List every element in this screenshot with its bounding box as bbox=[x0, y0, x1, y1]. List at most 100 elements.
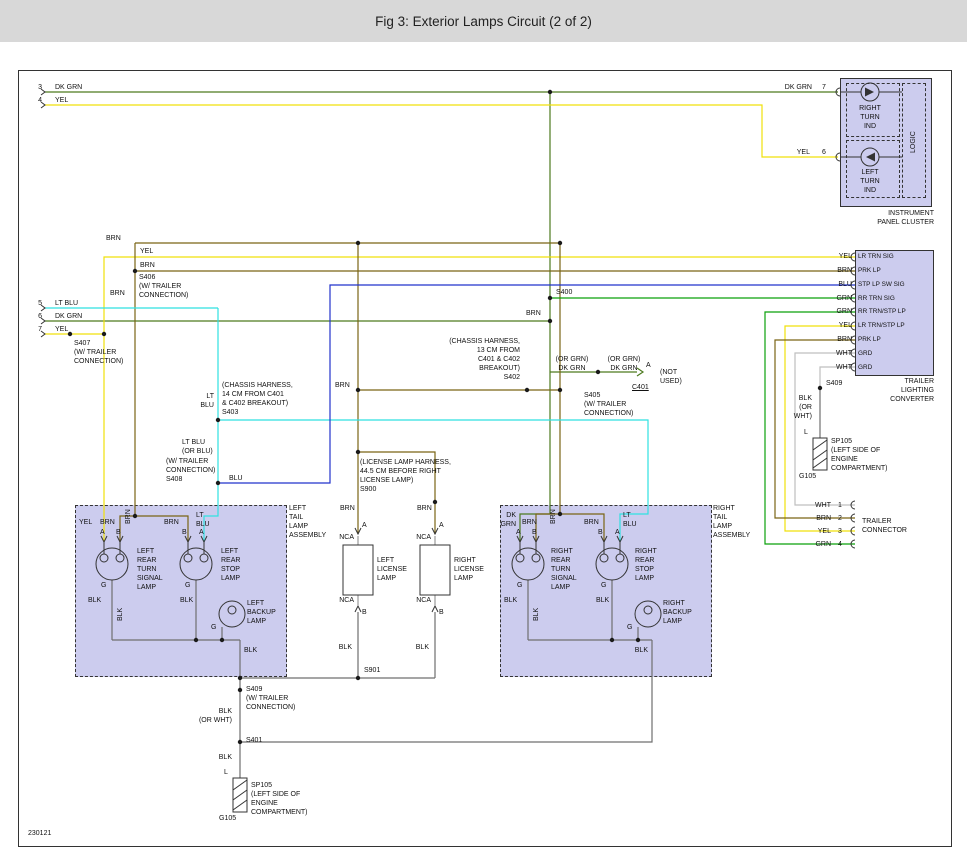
wire-label-blk: BLK bbox=[532, 608, 541, 621]
terminal-g: G bbox=[185, 581, 190, 590]
left-rear-turn-lamp-label: LEFT REAR TURN SIGNAL LAMP bbox=[137, 547, 163, 592]
terminal-g: G bbox=[101, 581, 106, 590]
wire-label-brn: BRN bbox=[124, 509, 133, 524]
ground-g105-label: G105 bbox=[219, 814, 236, 823]
wire-label-blk: BLK bbox=[411, 643, 429, 652]
terminal-g: G bbox=[601, 581, 606, 590]
wire-label-nca: NCA bbox=[413, 596, 431, 605]
cluster-pin-6: 6 bbox=[822, 148, 826, 157]
wire-label: YEL bbox=[800, 319, 852, 333]
pin-number: 4 bbox=[838, 541, 848, 548]
terminal-g: G bbox=[517, 581, 522, 590]
wire-label-blk: BLK bbox=[116, 608, 125, 621]
splice-pack-sp105-label: SP105 (LEFT SIDE OF ENGINE COMPARTMENT) bbox=[831, 437, 888, 473]
wire-label-yel: YEL bbox=[782, 148, 810, 157]
document-code: 230121 bbox=[28, 829, 51, 838]
converter-signal: PRK LP bbox=[858, 264, 930, 278]
right-license-lamp-label: RIGHT LICENSE LAMP bbox=[454, 556, 484, 583]
wire-label-brn: BRN bbox=[164, 518, 179, 527]
terminal-l: L bbox=[224, 768, 228, 777]
wire-label-blk: BLK bbox=[244, 646, 257, 655]
wire-label: WHT bbox=[800, 346, 852, 360]
wire-label-brn: BRN bbox=[140, 261, 155, 270]
wiring-diagram-page: Fig 3: Exterior Lamps Circuit (2 of 2) bbox=[0, 0, 967, 856]
left-rear-stop-lamp-label: LEFT REAR STOP LAMP bbox=[221, 547, 240, 583]
wire-label-yel: YEL bbox=[55, 96, 68, 105]
wire-label-lt-blu: LT BLU bbox=[55, 299, 78, 308]
wire-label-blk: BLK bbox=[628, 646, 648, 655]
splice-s409-trailer: S409 (W/ TRAILER CONNECTION) bbox=[246, 685, 295, 712]
wire-label-lt-blu: LT BLU bbox=[196, 511, 210, 529]
terminal-b: B bbox=[598, 528, 603, 537]
splice-s407: S407 (W/ TRAILER CONNECTION) bbox=[74, 339, 123, 366]
wire-label: GRN bbox=[815, 541, 831, 548]
trailer-lighting-converter-caption: TRAILER LIGHTING CONVERTER bbox=[858, 377, 934, 404]
wire-label-or-grn-dk-grn: (OR GRN) DK GRN bbox=[604, 355, 644, 373]
pin-number: 3 bbox=[838, 528, 848, 535]
converter-signal: RR TRN/STP LP bbox=[858, 305, 930, 319]
wire-label-brn: BRN bbox=[549, 509, 558, 524]
wire-label-yel: YEL bbox=[140, 247, 153, 256]
pin-number: 2 bbox=[838, 515, 848, 522]
wire-label-brn: BRN bbox=[100, 518, 115, 527]
wire-label-blk: BLK bbox=[334, 643, 352, 652]
converter-signal: LR TRN SIG bbox=[858, 250, 930, 264]
converter-signal-labels: LR TRN SIG PRK LP STP LP SW SIG RR TRN S… bbox=[858, 250, 930, 374]
converter-signal: GRD bbox=[858, 360, 930, 374]
ground-g105-label: G105 bbox=[799, 472, 816, 481]
wire-label-brn: BRN bbox=[522, 518, 537, 527]
splice-s401: S401 bbox=[246, 736, 262, 745]
terminal-a: A bbox=[646, 361, 651, 370]
terminal-b: B bbox=[532, 528, 537, 537]
wire-label-dk-grn: DK GRN bbox=[770, 83, 812, 92]
wire-label: GRN bbox=[800, 305, 852, 319]
wire-label-brn: BRN bbox=[110, 289, 125, 298]
right-backup-lamp-label: RIGHT BACKUP LAMP bbox=[663, 599, 692, 626]
wire-label-or-grn-dk-grn: (OR GRN) DK GRN bbox=[552, 355, 592, 373]
pin-number: 3 bbox=[30, 83, 42, 92]
wire-label-yel: YEL bbox=[79, 518, 92, 527]
trailer-connector-row: GRN 4 bbox=[796, 538, 848, 551]
wire-label-dk-grn: DK GRN bbox=[55, 83, 82, 92]
trailer-connector-caption: TRAILER CONNECTOR bbox=[862, 517, 907, 535]
right-turn-indicator-label: RIGHT TURN IND bbox=[846, 104, 894, 131]
wire-label: BLU bbox=[800, 278, 852, 292]
splice-pack-sp105-label: SP105 (LEFT SIDE OF ENGINE COMPARTMENT) bbox=[251, 781, 308, 817]
not-used-label: (NOT USED) bbox=[660, 368, 682, 386]
wire-label-lt-blu: LT BLU bbox=[196, 392, 214, 410]
splice-s409: S409 bbox=[826, 379, 842, 388]
splice-s400: S400 bbox=[556, 288, 572, 297]
connector-c401: C401 bbox=[632, 383, 649, 392]
pin-number: 5 bbox=[30, 299, 42, 308]
splice-s405: S405 (W/ TRAILER CONNECTION) bbox=[584, 391, 633, 418]
wire-label-dk-grn: DK GRN bbox=[498, 511, 516, 529]
splice-dots bbox=[68, 90, 822, 744]
terminal-a: A bbox=[362, 521, 367, 530]
splice-s403-note: (CHASSIS HARNESS, 14 CM FROM C401 & C402… bbox=[222, 381, 307, 417]
wire-label: YEL bbox=[800, 250, 852, 264]
wire-label-blk: BLK bbox=[180, 596, 193, 605]
converter-signal: STP LP SW SIG bbox=[858, 278, 930, 292]
terminal-b: B bbox=[116, 528, 121, 537]
wire-label-nca: NCA bbox=[336, 533, 354, 542]
converter-signal: PRK LP bbox=[858, 333, 930, 347]
wire-label: BRN bbox=[800, 264, 852, 278]
wire-label-blk: BLK bbox=[596, 596, 609, 605]
wire-label-blk: BLK bbox=[88, 596, 101, 605]
wire-label-blk-or-wht: BLK (OR WHT) bbox=[190, 707, 232, 725]
converter-signal: GRD bbox=[858, 346, 930, 360]
converter-signal: RR TRN SIG bbox=[858, 291, 930, 305]
terminal-a: A bbox=[199, 528, 204, 537]
right-tail-assembly-caption: RIGHT TAIL LAMP ASSEMBLY bbox=[713, 504, 750, 540]
trailer-connector-row: WHT1 bbox=[796, 499, 848, 512]
wire-label-blk: BLK bbox=[504, 596, 517, 605]
wire-label-blk-or-wht: BLK (OR WHT) bbox=[780, 394, 812, 421]
cluster-pin-7: 7 bbox=[822, 83, 826, 92]
terminal-a: A bbox=[100, 528, 105, 537]
trailer-connector-rows: WHT1 BRN2 YEL3 GRN4 bbox=[796, 499, 848, 551]
splice-s900-note: (LICENSE LAMP HARNESS, 44.5 CM BEFORE RI… bbox=[360, 458, 460, 494]
right-rear-turn-lamp-label: RIGHT REAR TURN SIGNAL LAMP bbox=[551, 547, 577, 592]
pin-number: 6 bbox=[30, 312, 42, 321]
wire-label: YEL bbox=[818, 528, 831, 535]
component-symbols bbox=[41, 83, 902, 812]
